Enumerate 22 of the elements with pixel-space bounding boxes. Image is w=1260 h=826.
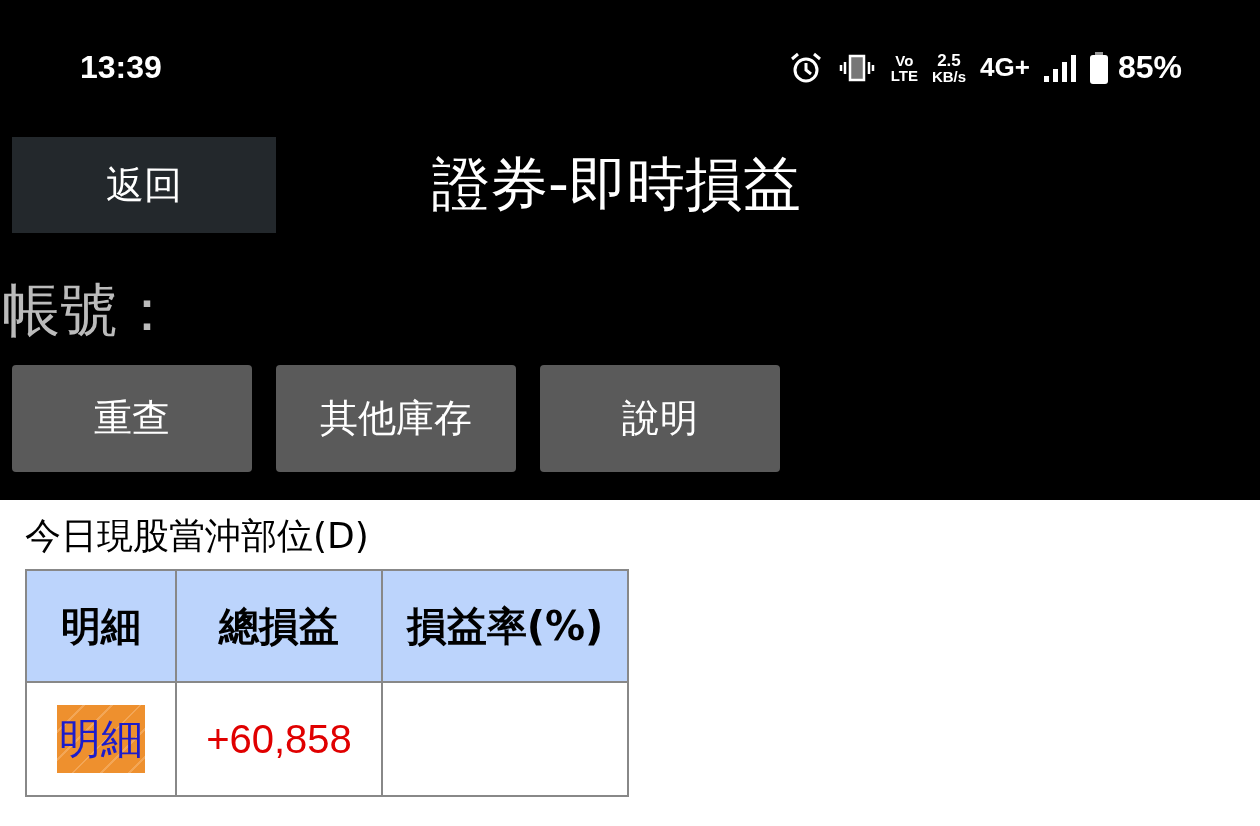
signal-icon [1043,53,1076,82]
network-type: 4G+ [980,52,1030,83]
battery-percent: 85% [1117,49,1182,86]
column-header: 總損益 [176,570,382,682]
action-button[interactable]: 重查 [12,365,252,472]
section-title: 今日現股當沖部位(D) [25,514,370,558]
volte-label: Vo [895,52,914,68]
battery-icon [1089,51,1108,84]
column-header: 損益率(%) [382,570,628,682]
speed-unit: KB/s [931,68,967,84]
action-button[interactable]: 其他庫存 [276,365,516,472]
speed-value: 2.5 [937,51,961,69]
alarm-icon [788,51,823,84]
page-title: 證券-即時損益 [432,149,801,220]
back-button[interactable]: 返回 [12,137,276,233]
lte-label: LTE [890,67,918,83]
status-time: 13:39 [80,49,162,86]
column-header: 明細 [26,570,176,682]
detail-button[interactable]: 明細 [57,705,145,773]
action-button[interactable]: 說明 [540,365,780,472]
account-label: 帳號： [1,275,177,346]
table-cell: +60,858 [176,682,382,796]
